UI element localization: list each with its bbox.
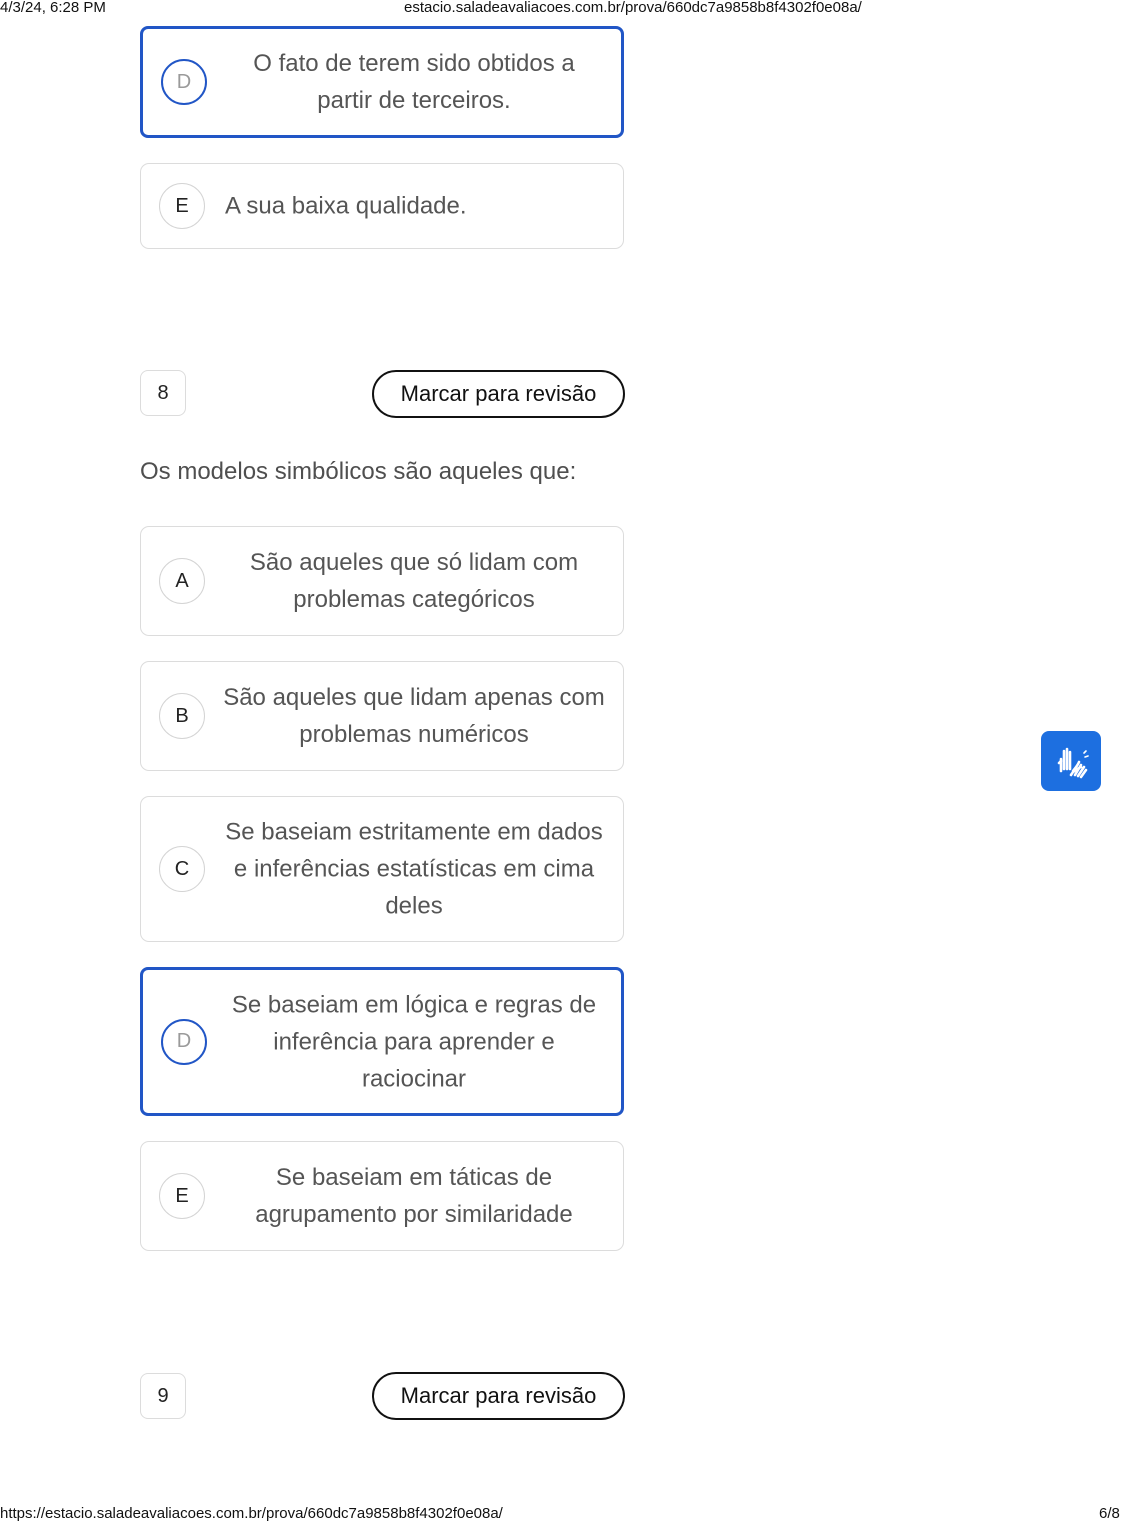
option-text: São aqueles que só lidam com problemas c… xyxy=(249,549,579,613)
sign-language-hands-icon xyxy=(1057,747,1089,779)
option-letter-b: B xyxy=(159,693,205,739)
option-letter-d: D xyxy=(161,1018,207,1065)
prev-option-e[interactable]: E A sua baixa qualidade. xyxy=(140,163,624,249)
option-letter-a: A xyxy=(159,558,205,604)
option-c[interactable]: C Se baseiam estritamente em dados e inf… xyxy=(140,796,624,942)
mark-for-review-button[interactable]: Marcar para revisão xyxy=(372,1372,625,1420)
option-text: A sua baixa qualidade. xyxy=(225,192,467,220)
question-prompt: Os modelos simbólicos são aqueles que: xyxy=(140,458,577,485)
option-text: Se baseiam estritamente em dados e infer… xyxy=(225,818,603,920)
print-datetime: 4/3/24, 6:28 PM xyxy=(0,0,106,16)
question-number-badge: 8 xyxy=(140,370,186,416)
option-text: Se baseiam em lógica e regras de inferên… xyxy=(231,991,597,1092)
mark-for-review-button[interactable]: Marcar para revisão xyxy=(372,370,625,418)
option-letter-d: D xyxy=(161,59,207,105)
option-text: Se baseiam em táticas de agrupamento por… xyxy=(255,1164,573,1228)
question-number-badge: 9 xyxy=(140,1373,186,1419)
option-e[interactable]: E Se baseiam em táticas de agrupamento p… xyxy=(140,1141,624,1251)
option-text: O fato de terem sido obtidos a partir de… xyxy=(253,50,575,114)
print-header-url: estacio.saladeavaliacoes.com.br/prova/66… xyxy=(404,0,862,16)
option-letter-e: E xyxy=(159,1173,205,1219)
print-footer-url: https://estacio.saladeavaliacoes.com.br/… xyxy=(0,1505,503,1522)
option-a[interactable]: A São aqueles que só lidam com problemas… xyxy=(140,526,624,636)
option-d[interactable]: D Se baseiam em lógica e regras de infer… xyxy=(140,967,624,1116)
print-page-number: 6/8 xyxy=(1099,1505,1120,1522)
prev-option-d[interactable]: D O fato de terem sido obtidos a partir … xyxy=(140,26,624,138)
option-letter-e: E xyxy=(159,183,205,229)
option-letter-c: C xyxy=(159,846,205,892)
accessibility-widget-button[interactable] xyxy=(1041,731,1101,791)
option-b[interactable]: B São aqueles que lidam apenas com probl… xyxy=(140,661,624,771)
option-text: São aqueles que lidam apenas com problem… xyxy=(223,684,605,748)
